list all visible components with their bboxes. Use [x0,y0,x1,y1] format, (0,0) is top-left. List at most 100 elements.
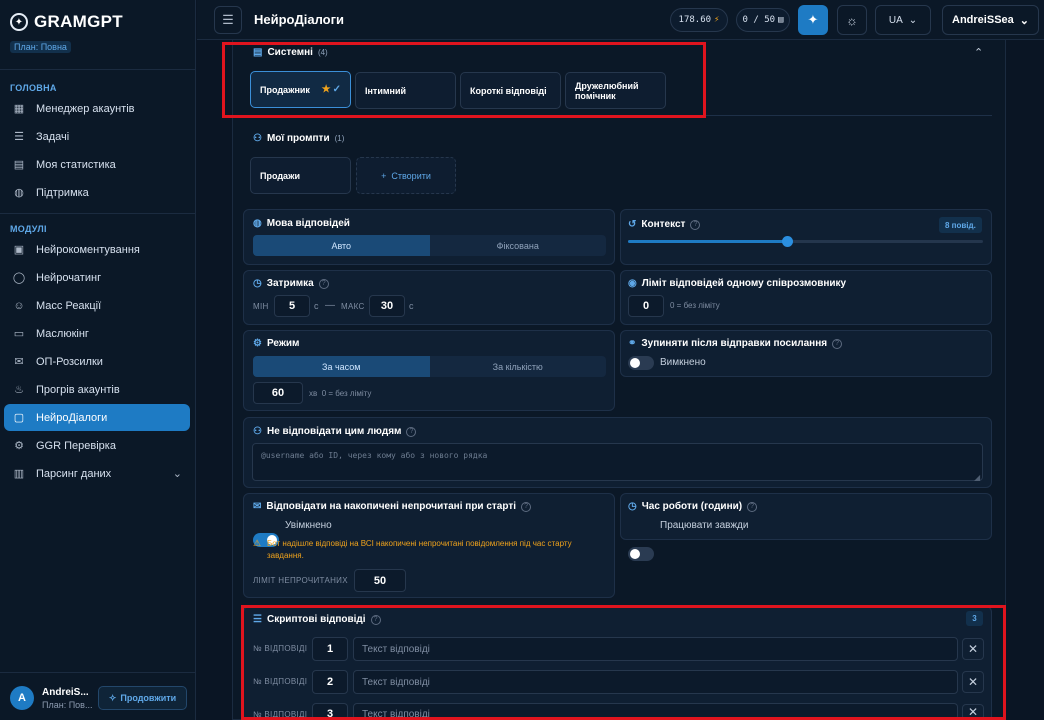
menu-toggle-button[interactable]: ☰ [214,6,242,34]
reply-unread-header: ✉ Відповідати на накопичені непрочитані п… [253,501,532,512]
divider [0,69,196,70]
sidebar-item-accounts[interactable]: ▦ Менеджер акаунтів [4,95,190,122]
mode-option-count[interactable]: За кількістю [430,356,607,377]
sparkle-icon: ✦ [807,12,819,27]
unread-limit-label: ЛІМІТ НЕПРОЧИТАНИХ [253,576,348,585]
reply-limit-header: ◉ Ліміт відповідей одному співрозмовнику [628,278,846,289]
page-title: НейроДіалоги [254,12,345,27]
user-plan: План: Пов... [42,699,93,710]
help-icon[interactable]: ? [406,426,417,437]
create-prompt-button[interactable]: + Створити [356,157,456,194]
sidebar-item-label: Менеджер акаунтів [36,102,135,115]
divider [0,672,196,673]
sidebar-item-warmup[interactable]: ♨ Прогрів акаунтів [4,376,190,403]
account-menu[interactable]: AndreiSSea ⌄ [942,5,1039,35]
history-icon: ↺ [628,219,637,230]
delay-dash: — [325,300,336,311]
radio-icon: ◉ [628,278,637,289]
unread-limit-input[interactable]: 50 [354,569,406,592]
work-time-state: Працювати завжди [660,520,749,531]
plus-icon: + [381,170,387,181]
resize-handle-icon[interactable]: ◢ [974,473,980,482]
sidebar-item-parsing[interactable]: ▥ Парсинг даних ⌄ [4,460,190,487]
help-icon[interactable]: ? [747,501,758,512]
sidebar-item-label: Підтримка [36,186,89,199]
language-header: ◍ Мова відповідей [253,218,350,229]
sparkle-icon: ✧ [108,692,117,703]
delay-min-input[interactable]: 5 [274,295,310,317]
reply-limit-hint: 0 = без ліміту [670,301,720,310]
sidebar-item-label: Парсинг даних [36,467,112,480]
sidebar-item-neurodialogs[interactable]: ▢ НейроДіалоги [4,404,190,431]
chevron-up-icon[interactable]: ⌃ [974,46,983,59]
language-option-auto[interactable]: Авто [253,235,430,256]
extend-button[interactable]: ✧ Продовжити [98,686,187,710]
ignore-list-textarea[interactable]: @username або ID, через кому або з новог… [252,443,983,481]
user-profile[interactable]: A AndreiS... План: Пов... [10,686,92,710]
sidebar-item-ggr[interactable]: ⚙ GGR Перевірка [4,432,190,459]
delay-max-input[interactable]: 30 [369,295,405,317]
sidebar-item-label: ОП-Розсилки [36,355,103,368]
language-option-fixed[interactable]: Фіксована [430,235,607,256]
reply-limit-input[interactable]: 0 [628,295,664,317]
menu-icon: ☰ [222,12,234,27]
work-time-header: ◷ Час роботи (години)? [628,501,758,512]
reply-unread-warning: Бот надішле відповіді на ВСІ накопичені … [267,539,572,560]
sun-icon: ☼ [846,12,858,28]
sidebar-item-stats[interactable]: ▤ Моя статистика [4,151,190,178]
sidebar-item-label: НейроДіалоги [36,411,108,424]
mail-icon: ✉ [14,356,24,368]
language-title: Мова відповідей [266,218,350,229]
sidebar-item-tasks[interactable]: ☰ Задачі [4,123,190,150]
database-icon: ▥ [13,468,25,480]
sidebar-item-masslooking[interactable]: ▭ Маслюкінг [4,320,190,347]
my-prompts-title: Мої промпти [266,133,330,144]
help-icon[interactable]: ? [832,338,843,349]
app-logo[interactable]: ✦ GRAMGPT [10,12,123,32]
work-time-title: Час роботи (години) [641,501,743,512]
prompt-card-sales[interactable]: Продажи [250,157,351,194]
prompt-label: Продажи [260,170,300,181]
ai-button[interactable]: ✦ [798,5,828,35]
help-icon[interactable]: ? [521,501,532,512]
balance-badge[interactable]: 178.60 ⚡ [670,8,728,32]
app-name: GRAMGPT [34,12,123,31]
section-main-label: ГОЛОВНА [10,83,57,93]
smile-icon: ☺ [13,299,25,312]
gear-icon: ⚙ [253,338,262,349]
user-icon: ⚇ [253,133,262,144]
language-value: UA [888,14,903,26]
counter-badge[interactable]: 0 / 50 ▤ [736,8,790,32]
context-slider-thumb[interactable] [782,236,793,247]
stop-after-link-toggle[interactable] [628,356,654,370]
user-block-icon: ⚇ [253,426,262,437]
delay-header: ◷ Затримка? [253,278,329,289]
create-label: Створити [391,170,431,181]
counter-value: 0 / 50 [742,15,776,25]
context-title: Контекст [641,219,686,230]
my-prompts-header: ⚇ Мої промпти (1) [253,133,344,144]
mode-option-time[interactable]: За часом [253,356,430,377]
highlight-box-system-prompts [222,42,706,118]
sidebar-item-reactions[interactable]: ☺ Масс Реакції [4,292,190,319]
my-prompts-count: (1) [334,134,345,143]
inbox-icon: ✉ [253,501,262,512]
reply-unread-title: Відповідати на накопичені непрочитані пр… [266,501,517,512]
help-icon[interactable]: ? [318,278,329,289]
list-icon: ☰ [14,131,24,143]
delay-min-unit: с [314,301,319,311]
ignore-list-header: ⚇ Не відповідати цим людям? [253,426,417,437]
sidebar-item-support[interactable]: ◍ Підтримка [4,179,190,206]
work-time-toggle[interactable] [628,547,654,561]
ignore-list-title: Не відповідати цим людям [266,426,402,437]
dialog-icon: ▢ [13,412,25,424]
context-card [620,209,992,265]
language-select[interactable]: UA ⌄ [875,5,931,35]
mode-value-input[interactable]: 60 [253,382,303,404]
sidebar-item-neurocomment[interactable]: ▣ Нейрокоментування [4,236,190,263]
help-icon[interactable]: ? [690,219,701,230]
sidebar-item-neurochat[interactable]: ◯ Нейрочатинг [4,264,190,291]
mode-segment: За часом За кількістю [253,356,606,377]
theme-toggle-button[interactable]: ☼ [837,5,867,35]
sidebar-item-mailing[interactable]: ✉ ОП-Розсилки [4,348,190,375]
